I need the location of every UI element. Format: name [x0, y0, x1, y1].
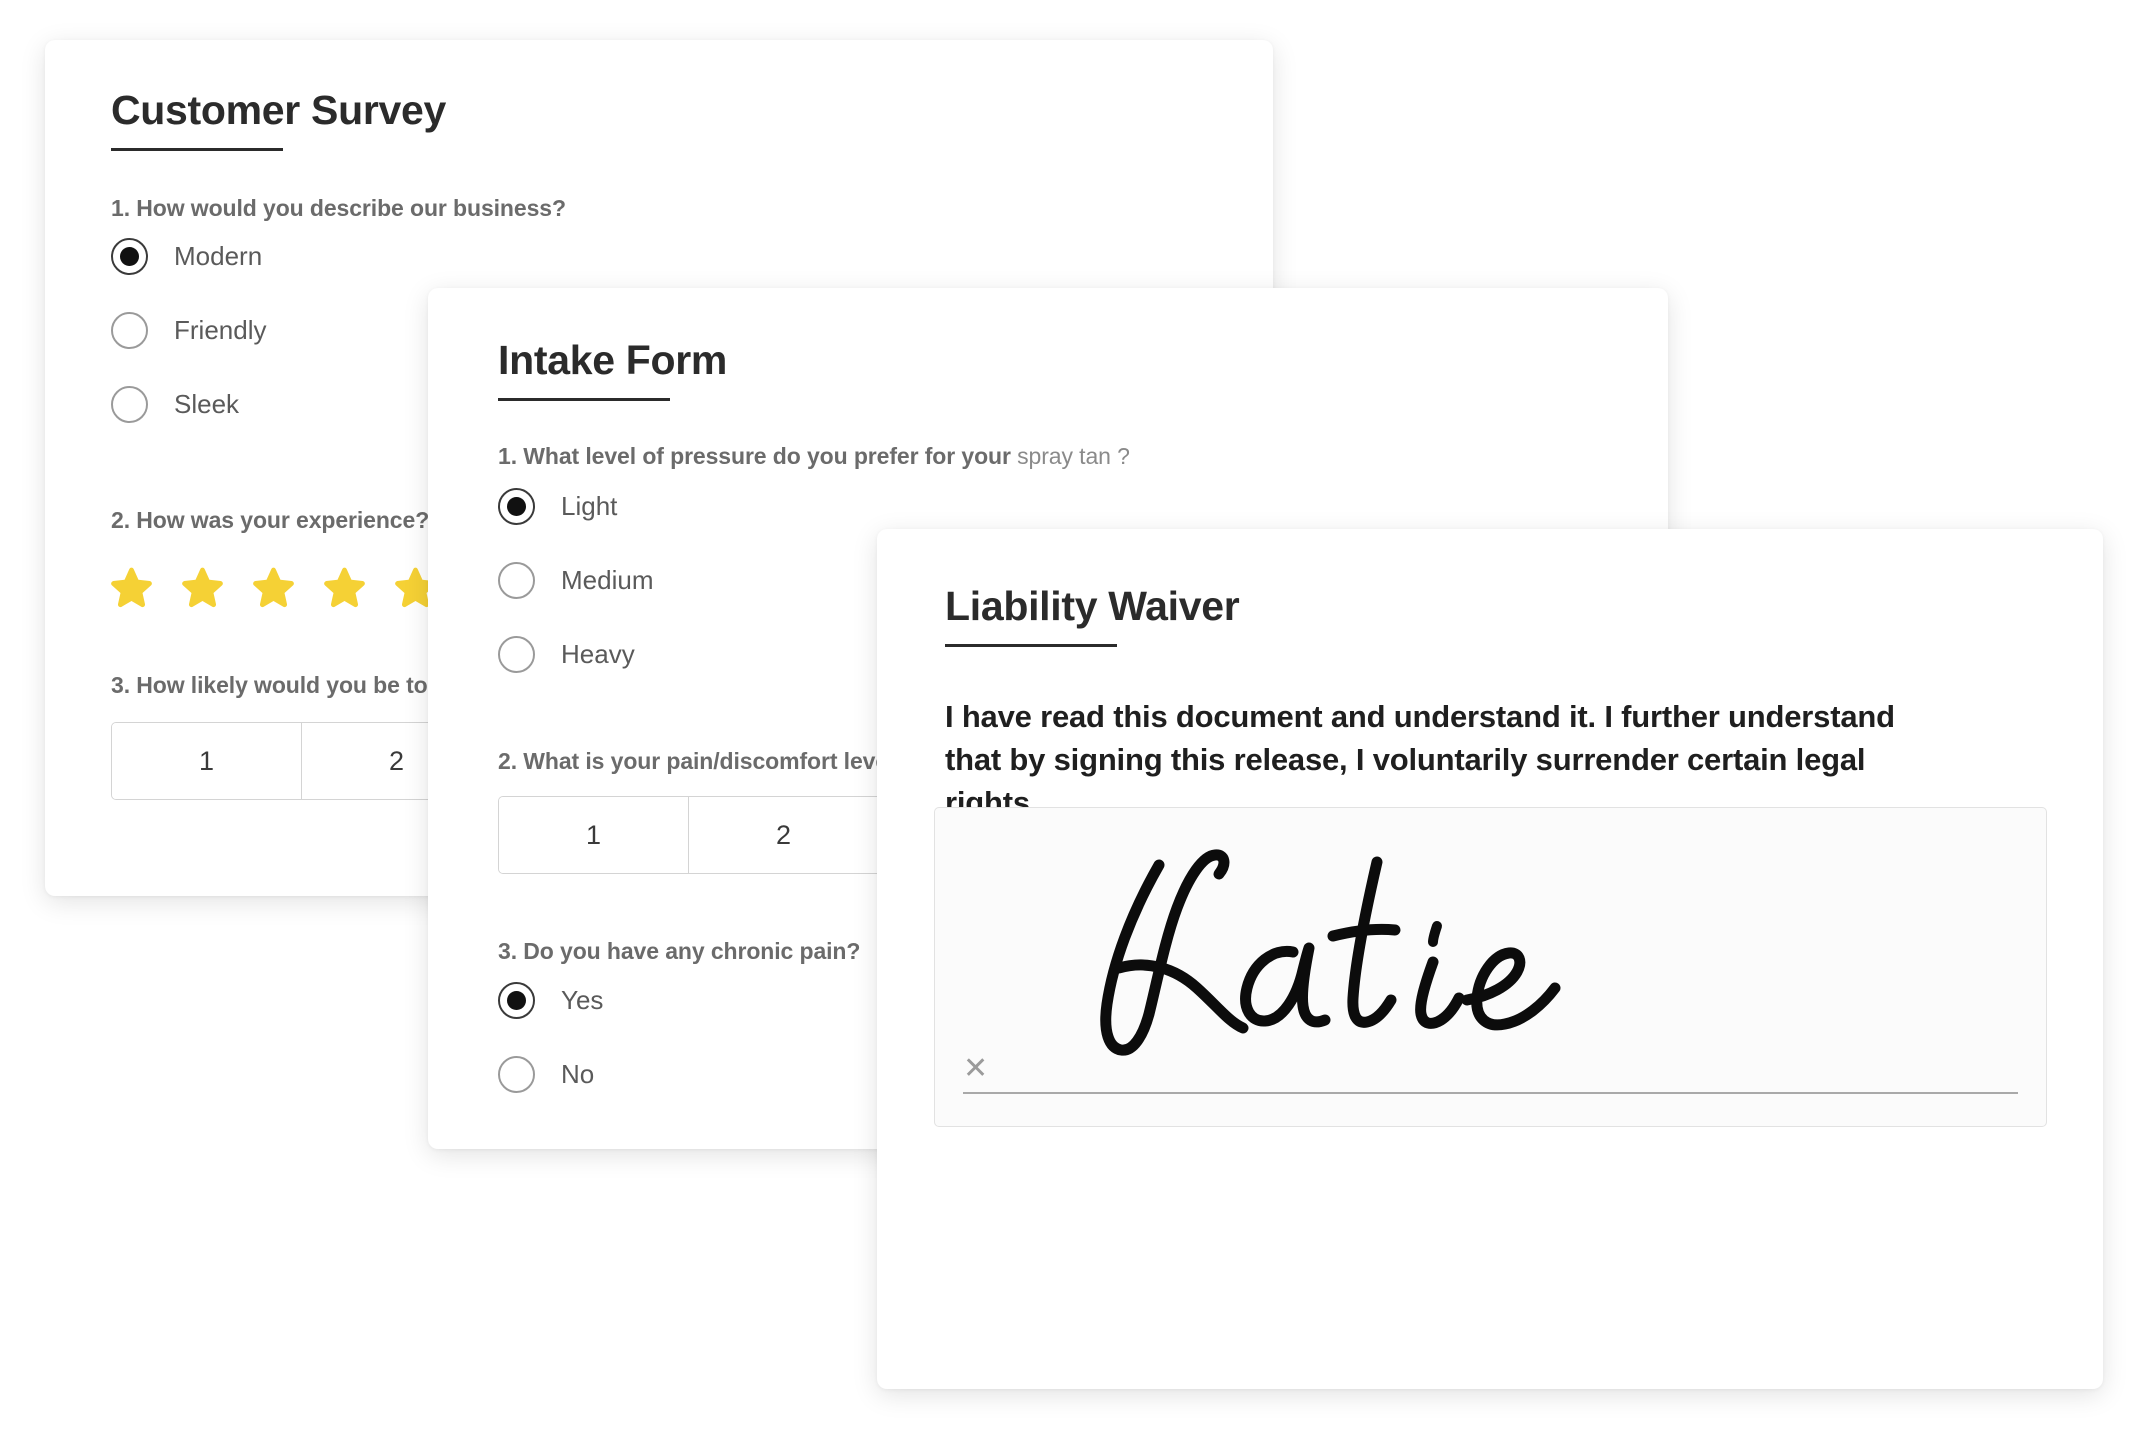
radio-label: No [561, 1059, 595, 1089]
intake-title-block: Intake Form [498, 337, 728, 402]
survey-q1-option-modern[interactable]: Modern [111, 238, 262, 275]
star-icon[interactable] [320, 564, 369, 613]
signature-ink [1100, 849, 1561, 1056]
intake-q1-label-bold: 1. What level of pressure do you prefer … [498, 443, 1011, 469]
signature-line [963, 1092, 2018, 1094]
page-title: Liability Waiver [945, 583, 1240, 629]
radio-icon[interactable] [111, 386, 148, 423]
page-title: Customer Survey [111, 87, 447, 133]
radio-icon[interactable] [498, 636, 535, 673]
star-icon[interactable] [178, 564, 227, 613]
radio-icon[interactable] [498, 562, 535, 599]
radio-label: Heavy [561, 639, 635, 669]
intake-question-2-label: 2. What is your pain/discomfort level? [498, 748, 909, 774]
title-underline [111, 148, 283, 152]
radio-icon[interactable] [498, 1056, 535, 1093]
intake-q1-option-light[interactable]: Light [498, 488, 617, 525]
scale-cell[interactable]: 1 [499, 797, 689, 873]
intake-q1-option-heavy[interactable]: Heavy [498, 636, 635, 673]
radio-label: Friendly [174, 315, 267, 345]
intake-question-1-label: 1. What level of pressure do you prefer … [498, 443, 1130, 470]
survey-question-1-label: 1. How would you describe our business? [111, 195, 566, 221]
star-icon[interactable] [249, 564, 298, 613]
waiver-body-text: I have read this document and understand… [945, 699, 1895, 820]
survey-title-block: Customer Survey [111, 87, 447, 152]
page-title: Intake Form [498, 337, 728, 383]
clear-signature-icon[interactable]: ✕ [963, 1054, 988, 1084]
screenshot-canvas: Customer Survey 1. How would you describ… [0, 0, 2148, 1438]
radio-label: Light [561, 491, 618, 521]
radio-icon[interactable] [498, 488, 535, 525]
radio-label: Medium [561, 565, 654, 595]
radio-icon[interactable] [111, 238, 148, 275]
radio-icon[interactable] [498, 982, 535, 1019]
star-icon[interactable] [107, 564, 156, 613]
signature-pad[interactable]: ✕ [934, 807, 2047, 1127]
radio-label: Modern [174, 241, 263, 271]
intake-question-3-label: 3. Do you have any chronic pain? [498, 938, 861, 964]
radio-label: Yes [561, 985, 604, 1015]
intake-q3-option-no[interactable]: No [498, 1056, 594, 1093]
radio-icon[interactable] [111, 312, 148, 349]
survey-question-2-label: 2. How was your experience? [111, 507, 430, 533]
scale-cell[interactable]: 2 [689, 797, 879, 873]
survey-q1-option-sleek[interactable]: Sleek [111, 386, 239, 423]
title-underline [945, 644, 1117, 648]
survey-q1-option-friendly[interactable]: Friendly [111, 312, 266, 349]
scale-cell[interactable]: 1 [112, 723, 302, 799]
intake-q1-label-light: spray tan ? [1017, 443, 1130, 469]
intake-q3-option-yes[interactable]: Yes [498, 982, 603, 1019]
intake-q1-option-medium[interactable]: Medium [498, 562, 653, 599]
survey-q2-star-rating[interactable] [107, 564, 440, 613]
waiver-title-block: Liability Waiver [945, 583, 1240, 648]
title-underline [498, 398, 670, 402]
liability-waiver-card: Liability Waiver I have read this docume… [877, 529, 2103, 1389]
radio-label: Sleek [174, 389, 240, 419]
